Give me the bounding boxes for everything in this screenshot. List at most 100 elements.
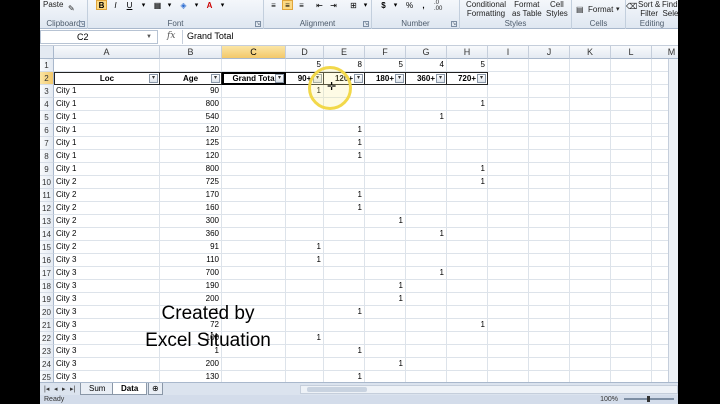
cell-l3[interactable] xyxy=(611,85,652,98)
cell-f19[interactable]: 1 xyxy=(365,293,406,306)
cell-a7[interactable]: City 1 xyxy=(54,137,160,150)
cell-a10[interactable]: City 2 xyxy=(54,176,160,189)
row-header-23[interactable]: 23 xyxy=(40,345,54,358)
cell-g22[interactable] xyxy=(406,332,447,345)
cell-k4[interactable] xyxy=(570,98,611,111)
cell-j1[interactable] xyxy=(529,59,570,72)
cell-g7[interactable] xyxy=(406,137,447,150)
cell-e12[interactable]: 1 xyxy=(324,202,365,215)
cell-a17[interactable]: City 3 xyxy=(54,267,160,280)
cell-f10[interactable] xyxy=(365,176,406,189)
cell-h4[interactable]: 1 xyxy=(447,98,488,111)
cell-c1[interactable] xyxy=(222,59,286,72)
last-sheet-icon[interactable]: ▸| xyxy=(70,385,75,393)
cell-k15[interactable] xyxy=(570,241,611,254)
cell-styles-button[interactable]: Cell Styles xyxy=(546,0,568,18)
cell-g8[interactable] xyxy=(406,150,447,163)
cell-l13[interactable] xyxy=(611,215,652,228)
cell-c2[interactable]: Grand Tota ▾ xyxy=(222,72,286,85)
cell-g9[interactable] xyxy=(406,163,447,176)
horizontal-scroll-thumb[interactable] xyxy=(307,387,367,392)
cell-i5[interactable] xyxy=(488,111,529,124)
cell-i11[interactable] xyxy=(488,189,529,202)
cell-j16[interactable] xyxy=(529,254,570,267)
cell-h15[interactable] xyxy=(447,241,488,254)
font-launcher-icon[interactable]: ↘ xyxy=(255,21,261,27)
cell-k19[interactable] xyxy=(570,293,611,306)
conditional-formatting-button[interactable]: Conditional Formatting xyxy=(466,0,506,18)
column-header-m[interactable]: M xyxy=(652,46,678,59)
cell-h18[interactable] xyxy=(447,280,488,293)
row-header-18[interactable]: 18 xyxy=(40,280,54,293)
row-header-10[interactable]: 10 xyxy=(40,176,54,189)
cell-f23[interactable] xyxy=(365,345,406,358)
cell-a15[interactable]: City 2 xyxy=(54,241,160,254)
cell-k25[interactable] xyxy=(570,371,611,382)
cell-e19[interactable] xyxy=(324,293,365,306)
cell-j25[interactable] xyxy=(529,371,570,382)
cell-h24[interactable] xyxy=(447,358,488,371)
cell-i16[interactable] xyxy=(488,254,529,267)
cell-j13[interactable] xyxy=(529,215,570,228)
row-header-8[interactable]: 8 xyxy=(40,150,54,163)
cell-d19[interactable] xyxy=(286,293,324,306)
cell-e24[interactable] xyxy=(324,358,365,371)
cell-g6[interactable] xyxy=(406,124,447,137)
column-header-g[interactable]: G xyxy=(406,46,447,59)
cell-d15[interactable]: 1 xyxy=(286,241,324,254)
cell-i9[interactable] xyxy=(488,163,529,176)
cell-e9[interactable] xyxy=(324,163,365,176)
font-color-dropdown-icon[interactable]: ▾ xyxy=(217,0,228,10)
cell-j9[interactable] xyxy=(529,163,570,176)
cell-f14[interactable] xyxy=(365,228,406,241)
cell-k16[interactable] xyxy=(570,254,611,267)
cell-e23[interactable]: 1 xyxy=(324,345,365,358)
decimal-buttons[interactable]: .0 .00 xyxy=(434,0,442,12)
cell-f9[interactable] xyxy=(365,163,406,176)
cell-i19[interactable] xyxy=(488,293,529,306)
cell-j5[interactable] xyxy=(529,111,570,124)
cell-j8[interactable] xyxy=(529,150,570,163)
fill-dropdown-icon[interactable]: ▾ xyxy=(191,0,202,10)
cell-d13[interactable] xyxy=(286,215,324,228)
cell-d20[interactable] xyxy=(286,306,324,319)
cell-h3[interactable] xyxy=(447,85,488,98)
cell-h12[interactable] xyxy=(447,202,488,215)
zoom-level[interactable]: 100% xyxy=(600,395,618,404)
cell-j4[interactable] xyxy=(529,98,570,111)
cell-d14[interactable] xyxy=(286,228,324,241)
row-header-6[interactable]: 6 xyxy=(40,124,54,137)
cell-h6[interactable] xyxy=(447,124,488,137)
cell-k7[interactable] xyxy=(570,137,611,150)
cell-f16[interactable] xyxy=(365,254,406,267)
cell-j20[interactable] xyxy=(529,306,570,319)
cell-i14[interactable] xyxy=(488,228,529,241)
cell-j7[interactable] xyxy=(529,137,570,150)
currency-dropdown-icon[interactable]: ▾ xyxy=(390,0,401,10)
cell-k9[interactable] xyxy=(570,163,611,176)
cell-j19[interactable] xyxy=(529,293,570,306)
font-color-icon[interactable]: A xyxy=(204,0,215,10)
cell-a9[interactable]: City 1 xyxy=(54,163,160,176)
cell-g24[interactable] xyxy=(406,358,447,371)
cell-e7[interactable]: 1 xyxy=(324,137,365,150)
cell-e17[interactable] xyxy=(324,267,365,280)
cell-l18[interactable] xyxy=(611,280,652,293)
column-header-b[interactable]: B xyxy=(160,46,222,59)
cell-g2[interactable]: 360+ ▾ xyxy=(406,72,447,85)
cell-a11[interactable]: City 2 xyxy=(54,189,160,202)
row-header-3[interactable]: 3 xyxy=(40,85,54,98)
cell-f18[interactable]: 1 xyxy=(365,280,406,293)
cell-e8[interactable]: 1 xyxy=(324,150,365,163)
cell-c16[interactable] xyxy=(222,254,286,267)
cell-k18[interactable] xyxy=(570,280,611,293)
cell-j22[interactable] xyxy=(529,332,570,345)
filter-dropdown-icon[interactable]: ▾ xyxy=(354,74,363,83)
zoom-slider-knob[interactable] xyxy=(647,396,650,402)
row-header-19[interactable]: 19 xyxy=(40,293,54,306)
cell-b6[interactable]: 120 xyxy=(160,124,222,137)
cell-j6[interactable] xyxy=(529,124,570,137)
cell-c3[interactable] xyxy=(222,85,286,98)
cell-i1[interactable] xyxy=(488,59,529,72)
cell-h10[interactable]: 1 xyxy=(447,176,488,189)
